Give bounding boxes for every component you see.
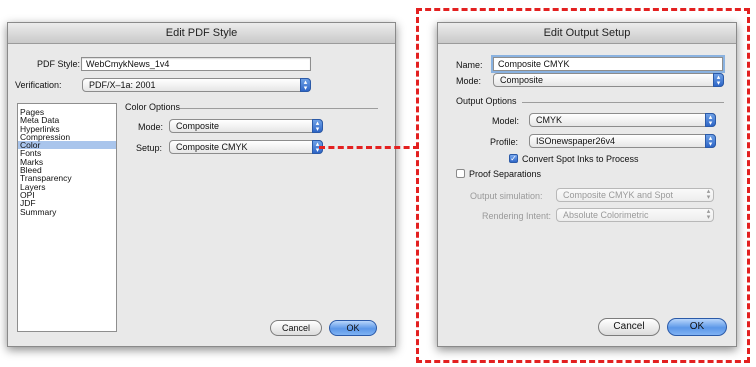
popup-arrows-icon: ▴ ▾ [706,208,711,221]
verification-popup[interactable]: PDF/X–1a: 2001 ▴ ▾ [82,78,311,92]
popup-arrows-icon: ▴ ▾ [705,134,716,148]
edit-output-setup-dialog: Edit Output Setup Name: Composite CMYK M… [437,22,737,347]
output-simulation-label: Output simulation: [470,191,543,201]
popup-arrows-icon: ▴ ▾ [312,119,323,133]
mode-label: Mode: [138,122,164,132]
mode-value: Composite [500,75,544,85]
popup-arrows-icon: ▴ ▾ [300,78,311,92]
color-options-divider [180,108,378,109]
cancel-button[interactable]: Cancel [598,318,660,336]
output-simulation-value: Composite CMYK and Spot [563,190,674,200]
popup-arrows-icon: ▴ ▾ [705,113,716,127]
profile-label: Profile: [490,137,519,147]
ok-button[interactable]: OK [667,318,727,336]
model-label: Model: [492,116,520,126]
profile-value: ISOnewspaper26v4 [536,136,616,146]
model-popup[interactable]: CMYK ▴ ▾ [529,113,716,127]
rendering-intent-popup: Absolute Colorimetric ▴ ▾ [556,208,714,222]
verification-label: Verification: [15,80,62,90]
mode-popup[interactable]: Composite ▴ ▾ [169,119,323,133]
mode-popup[interactable]: Composite ▴ ▾ [493,73,724,87]
mode-value: Composite [176,121,220,131]
model-value: CMYK [536,115,563,125]
category-list[interactable]: Pages Meta Data Hyperlinks Compression Color… [17,103,117,332]
pdf-style-label: PDF Style: [37,59,81,69]
cancel-button[interactable]: Cancel [270,320,322,336]
convert-spot-checkbox[interactable]: ✓ [509,154,518,163]
verification-value: PDF/X–1a: 2001 [89,80,156,90]
color-options-heading: Color Options [125,102,181,112]
rendering-intent-label: Rendering Intent: [482,211,552,221]
proof-separations-label: Proof Separations [469,169,542,179]
ok-button[interactable]: OK [329,320,377,336]
name-label: Name: [456,60,483,70]
output-simulation-popup: Composite CMYK and Spot ▴ ▾ [556,188,714,202]
edit-pdf-style-dialog: Edit PDF Style PDF Style: WebCmykNews_1v… [7,22,396,347]
convert-spot-label: Convert Spot Inks to Process [522,154,639,164]
pdf-style-field[interactable]: WebCmykNews_1v4 [81,57,311,71]
mode-label: Mode: [456,76,482,86]
setup-label: Setup: [136,143,163,153]
setup-popup[interactable]: Composite CMYK ▴ ▾ [169,140,323,154]
name-field[interactable]: Composite CMYK [493,57,723,71]
category-item-summary[interactable]: Summary [18,207,116,216]
dialog-title: Edit PDF Style [8,23,395,44]
output-options-heading: Output Options [456,96,517,106]
setup-value: Composite CMYK [176,142,248,152]
popup-arrows-icon: ▴ ▾ [713,73,724,87]
popup-arrows-icon: ▴ ▾ [706,188,711,201]
proof-separations-checkbox[interactable] [456,169,465,178]
dialog-title: Edit Output Setup [438,23,736,44]
rendering-intent-value: Absolute Colorimetric [563,210,649,220]
profile-popup[interactable]: ISOnewspaper26v4 ▴ ▾ [529,134,716,148]
highlight-connector [319,146,419,149]
output-options-divider [522,102,724,103]
